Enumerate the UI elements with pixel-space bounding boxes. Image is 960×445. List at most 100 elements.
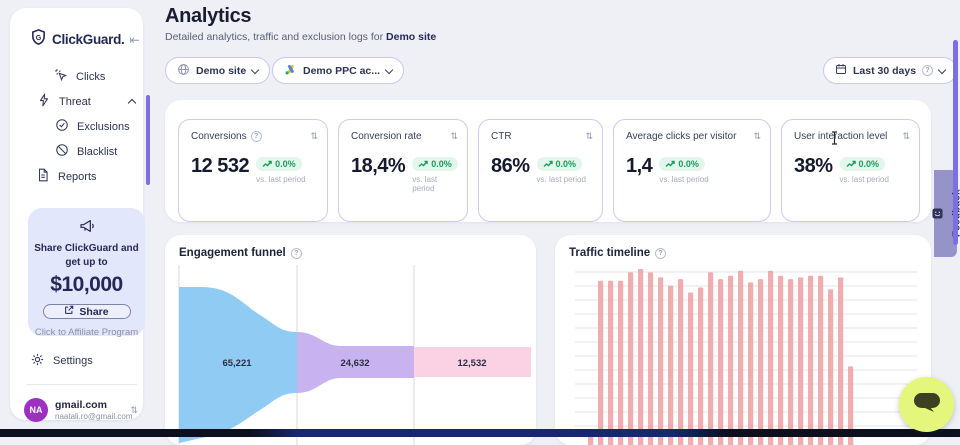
sort-icon[interactable]: ⇅ <box>450 131 458 142</box>
sidebar: G ClickGuard. ⇤ Clicks Threat Exclusions… <box>10 8 143 420</box>
timeline-bar <box>708 272 713 445</box>
account-email: naatali.ro@gmail.com <box>55 412 123 421</box>
stat-label: Conversions <box>191 131 247 142</box>
avatar: NA <box>24 398 48 422</box>
promo-footer: Click to Affiliate Program <box>35 327 138 338</box>
timeline-bar <box>828 289 833 445</box>
logo: G ClickGuard. ⇤ <box>30 28 135 51</box>
stat-label: Average clicks per visitor <box>626 131 736 142</box>
timeline-bar <box>668 286 673 445</box>
chat-launcher-button[interactable] <box>899 377 954 432</box>
change-badge: 0.0% <box>412 157 458 171</box>
sidebar-item-label: Clicks <box>76 71 105 83</box>
compare-label: vs. last period <box>537 175 586 184</box>
stat-value: 18,4% <box>351 155 405 178</box>
chevron-down-icon <box>385 65 393 73</box>
compare-label: vs. last period <box>659 175 708 184</box>
change-badge: 0.0% <box>537 157 583 171</box>
funnel-value-2: 24,632 <box>340 358 369 369</box>
sidebar-item-label: Exclusions <box>77 121 130 133</box>
account-name: gmail.com <box>55 399 123 412</box>
sort-icon[interactable]: ⇅ <box>902 131 910 142</box>
divider <box>26 384 137 385</box>
exclusions-check-icon <box>55 118 69 135</box>
clickguard-shield-icon: G <box>30 28 47 51</box>
feedback-smiley-icon <box>929 208 947 219</box>
funnel-value-1: 65,221 <box>222 358 252 369</box>
megaphone-icon <box>79 218 95 239</box>
timeline-bar <box>658 277 663 445</box>
trend-up-icon <box>418 160 428 168</box>
stat-card-conversions: Conversions ? ⇅ 12 532 0.0% vs. last per… <box>178 119 328 222</box>
engagement-funnel-svg: 65,221 24,632 12,532 <box>165 235 536 445</box>
timeline-bar <box>768 271 773 445</box>
stat-card-ctr: CTR ⇅ 86% 0.0% vs. last period <box>478 119 603 222</box>
stats-panel: Conversions ? ⇅ 12 532 0.0% vs. last per… <box>165 100 931 222</box>
change-badge: 0.0% <box>659 157 705 171</box>
info-icon[interactable]: ? <box>251 131 262 142</box>
timeline-bar <box>698 288 703 445</box>
account-switcher[interactable]: NA gmail.com naatali.ro@gmail.com ⇅ <box>24 396 138 424</box>
sort-icon[interactable]: ⇅ <box>753 131 761 142</box>
affiliate-promo-card[interactable]: Share ClickGuard and get up to $10,000 S… <box>28 208 145 336</box>
stat-value: 86% <box>491 155 530 178</box>
timeline-bar <box>598 281 603 445</box>
sort-icon[interactable]: ⇅ <box>310 131 318 142</box>
info-icon[interactable]: ? <box>291 248 302 259</box>
share-button[interactable]: Share <box>43 304 131 319</box>
trend-up-icon <box>262 160 272 168</box>
site-selector-value: Demo site <box>196 65 246 77</box>
page-title: Analytics <box>165 5 251 28</box>
timeline-bar <box>648 272 653 445</box>
sidebar-item-clicks[interactable]: Clicks <box>54 68 105 85</box>
window-bottom-bar <box>0 429 960 437</box>
timeline-bar <box>748 282 753 445</box>
info-icon[interactable]: ? <box>922 65 933 76</box>
blacklist-ban-icon <box>55 143 69 160</box>
sidebar-item-exclusions[interactable]: Exclusions <box>55 118 130 135</box>
timeline-bar <box>818 276 823 445</box>
funnel-value-3: 12,532 <box>457 358 486 369</box>
collapse-sidebar-icon[interactable]: ⇤ <box>129 33 139 47</box>
site-selector[interactable]: Demo site <box>165 57 270 84</box>
compare-label: vs. last period <box>840 175 889 184</box>
stat-label: User interaction level <box>794 131 887 142</box>
chevron-up-icon <box>128 99 136 107</box>
sidebar-item-threat[interactable]: Threat <box>37 93 135 110</box>
timeline-bar <box>738 271 743 445</box>
timeline-gridlines <box>575 272 917 426</box>
sidebar-item-label: Threat <box>59 96 91 108</box>
timeline-bar <box>618 281 623 445</box>
change-badge: 0.0% <box>840 157 886 171</box>
promo-heading: Share ClickGuard and get up to <box>34 242 138 269</box>
stat-card-interaction-level: User interaction level ⇅ 38% 0.0% vs. la… <box>781 119 920 222</box>
change-badge: 0.0% <box>256 157 302 171</box>
chevron-down-icon <box>251 65 259 73</box>
timeline-bars <box>588 269 853 445</box>
sidebar-scrollbar[interactable] <box>146 95 150 185</box>
trend-up-icon <box>543 160 553 168</box>
timeline-bar <box>718 279 723 445</box>
ppc-account-selector[interactable]: Demo PPC ac... <box>272 57 404 84</box>
stat-value: 1,4 <box>626 155 652 178</box>
text-cursor <box>830 131 839 150</box>
sidebar-item-settings[interactable]: Settings <box>30 352 93 370</box>
page-scrollbar[interactable] <box>953 40 958 245</box>
sidebar-item-reports[interactable]: Reports <box>36 168 97 185</box>
threat-lightning-icon <box>37 93 51 110</box>
globe-icon <box>177 63 190 79</box>
account-select-icon: ⇅ <box>130 405 138 416</box>
timeline-bar <box>788 279 793 445</box>
date-range-selector[interactable]: Last 30 days ? <box>823 57 957 84</box>
info-icon[interactable]: ? <box>655 248 666 259</box>
sidebar-item-blacklist[interactable]: Blacklist <box>55 143 117 160</box>
trend-up-icon <box>846 160 856 168</box>
google-ads-icon <box>284 63 297 79</box>
timeline-bar <box>798 277 803 445</box>
traffic-timeline-title: Traffic timeline ? <box>569 247 666 259</box>
sort-icon[interactable]: ⇅ <box>585 131 593 142</box>
stat-card-avg-clicks: Average clicks per visitor ⇅ 1,4 0.0% vs… <box>613 119 771 222</box>
page-subtitle: Detailed analytics, traffic and exclusio… <box>165 31 436 43</box>
timeline-bar <box>608 281 613 445</box>
chevron-down-icon <box>938 65 946 73</box>
